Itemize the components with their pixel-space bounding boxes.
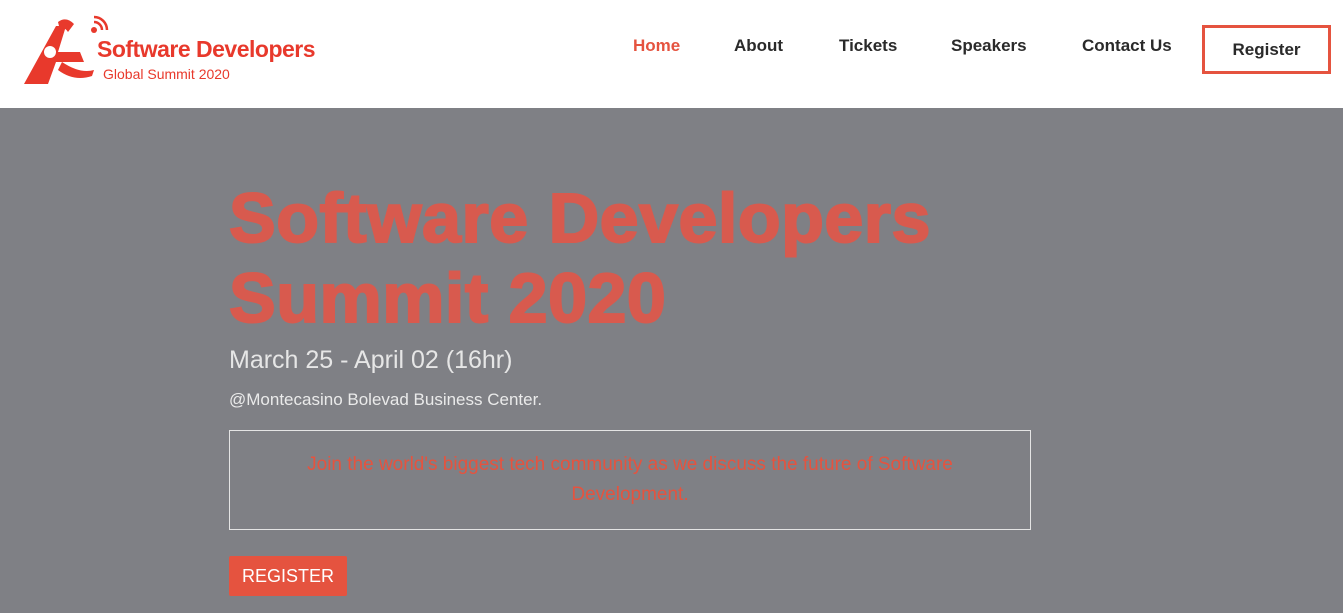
site-header: Software Developers Global Summit 2020 H…: [0, 0, 1343, 108]
nav-about[interactable]: About: [734, 36, 783, 56]
hero-title-line1: Software Developers: [228, 178, 931, 258]
nav-speakers[interactable]: Speakers: [951, 36, 1027, 56]
main-nav: Home About Tickets Speakers Contact Us R…: [0, 0, 1343, 108]
hero-section: Software Developers Summit 2020 March 25…: [0, 108, 1343, 613]
header-register-button[interactable]: Register: [1202, 25, 1331, 74]
tagline-text: Join the world's biggest tech community …: [307, 454, 953, 505]
hero-register-button[interactable]: REGISTER: [229, 556, 347, 596]
nav-contact-us[interactable]: Contact Us: [1082, 36, 1172, 56]
nav-tickets[interactable]: Tickets: [839, 36, 897, 56]
event-date: March 25 - April 02 (16hr): [229, 346, 513, 374]
hero-title-line2: Summit 2020: [228, 258, 667, 338]
nav-home[interactable]: Home: [633, 36, 680, 56]
event-venue: @Montecasino Bolevad Business Center.: [229, 390, 543, 409]
tagline-box: Join the world's biggest tech community …: [229, 430, 1031, 530]
hero-title: Software Developers Summit 2020: [228, 178, 1129, 338]
